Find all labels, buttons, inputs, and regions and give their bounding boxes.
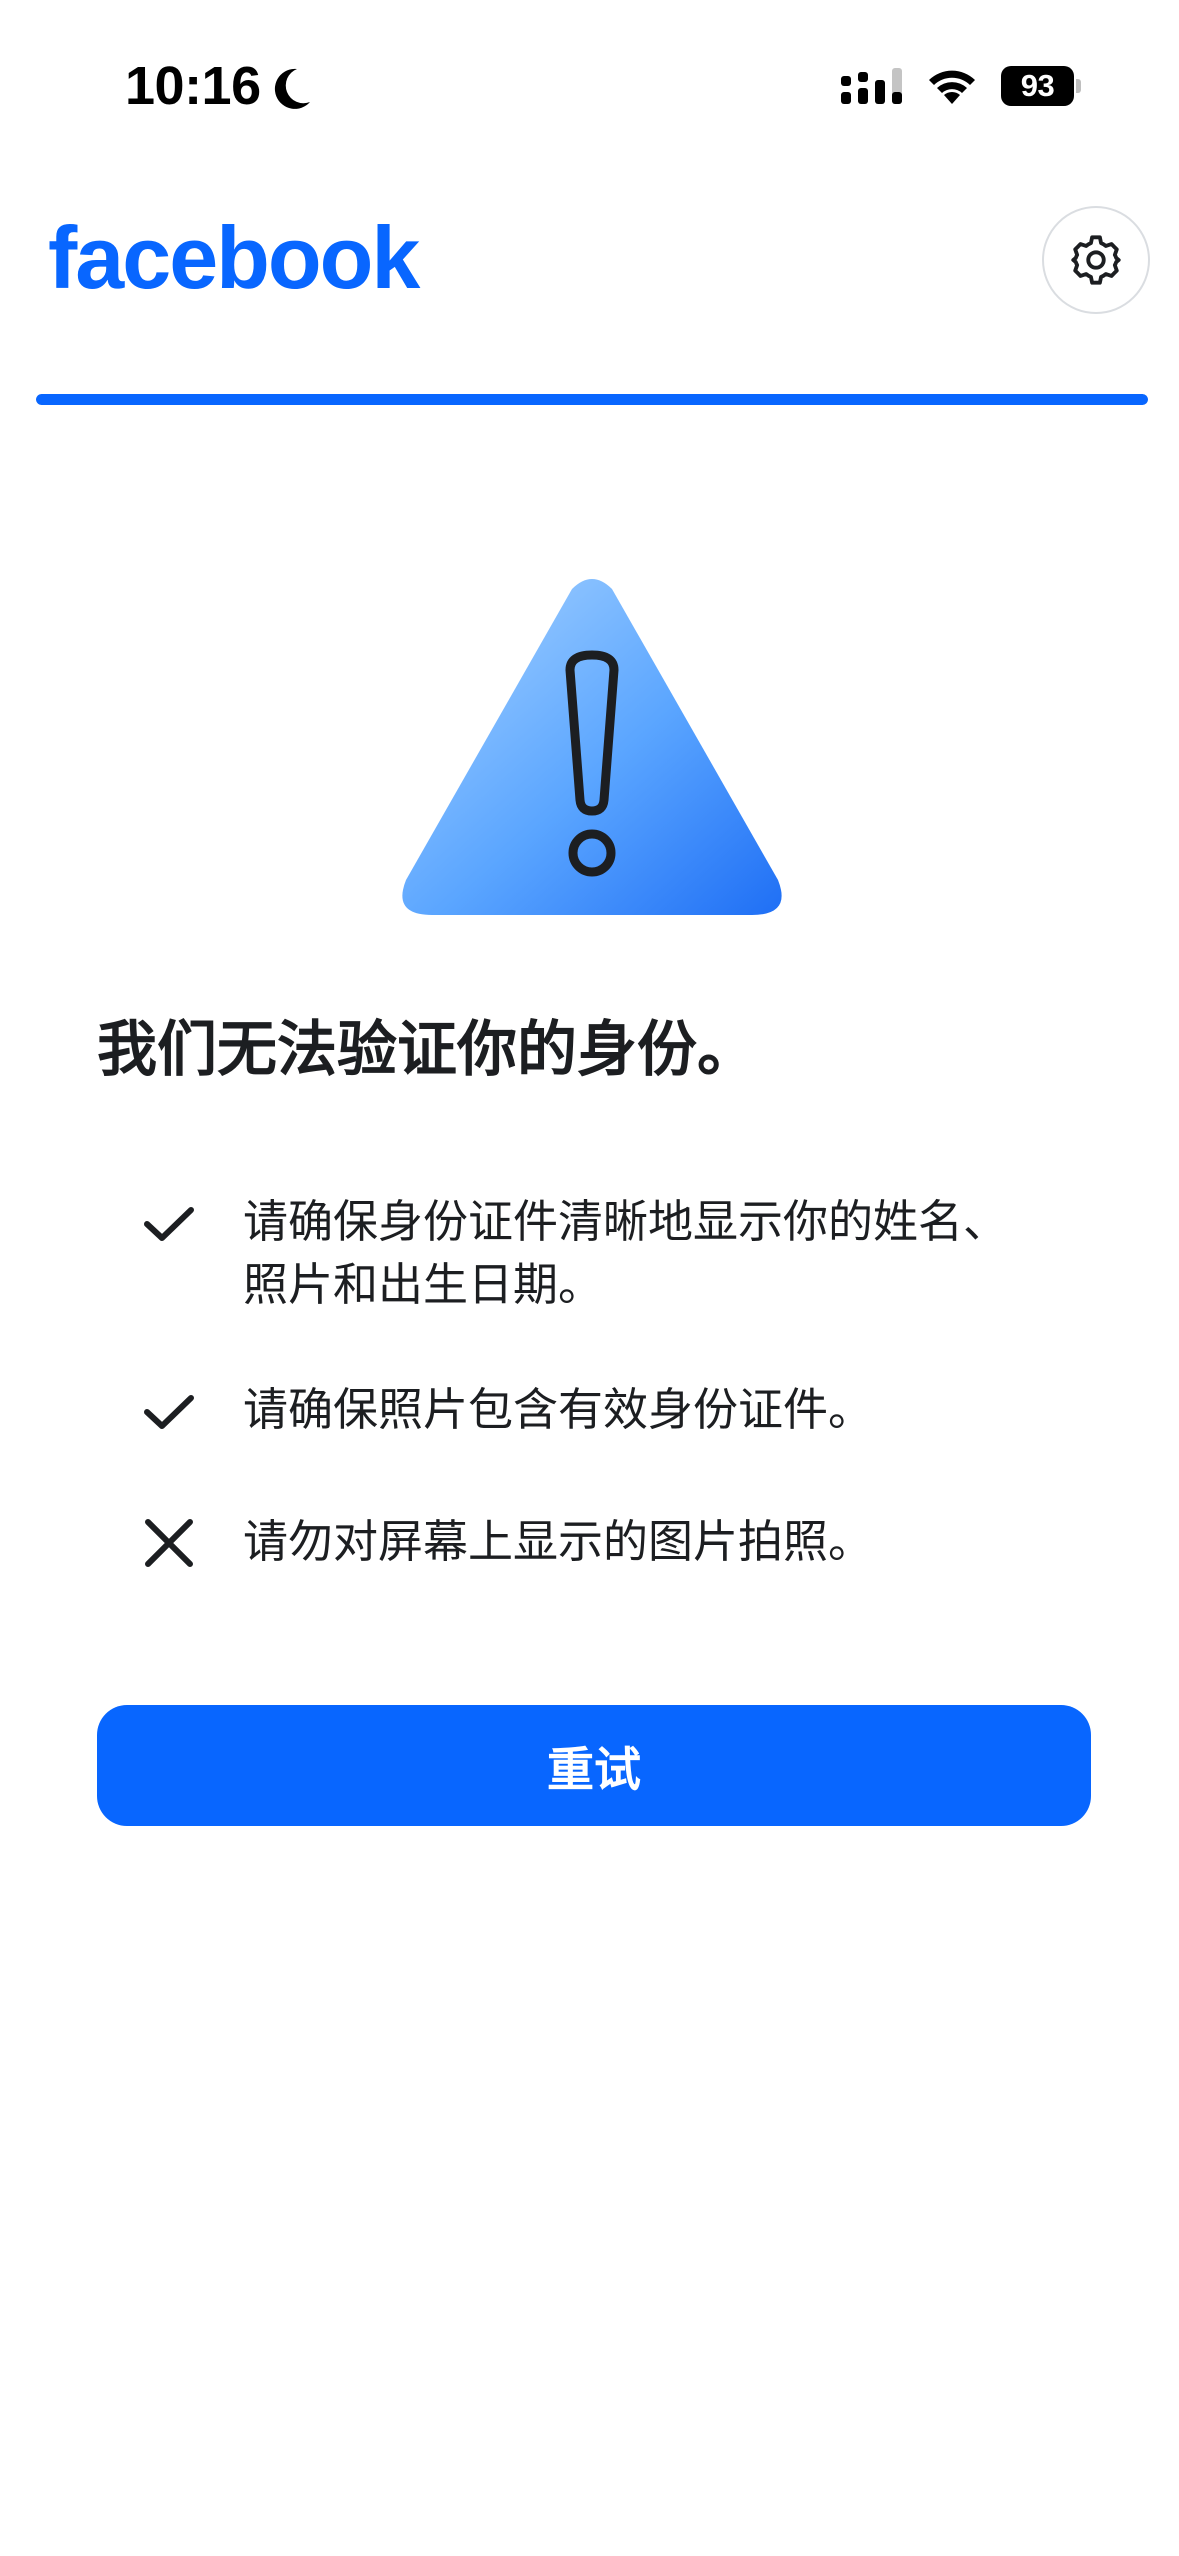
warning-triangle-icon	[402, 579, 782, 915]
wifi-icon	[925, 66, 979, 106]
status-bar: 10:16 93	[0, 0, 1179, 170]
gear-icon	[1071, 235, 1121, 285]
battery-tip	[1076, 79, 1081, 93]
battery-icon: 93	[1001, 65, 1081, 107]
settings-button[interactable]	[1042, 206, 1150, 314]
check-icon	[140, 1194, 198, 1252]
tip-text: 请确保照片包含有效身份证件。	[243, 1383, 874, 1436]
close-icon	[140, 1514, 198, 1572]
status-indicators: 93	[841, 60, 1081, 112]
battery-level: 93	[1020, 68, 1055, 103]
signal-icon	[841, 66, 903, 106]
tip-text: 请勿对屏幕上显示的图片拍照。	[243, 1515, 874, 1568]
progress-fill	[36, 394, 1148, 405]
tip-text: 请确保身份证件清晰地显示你的姓名、照片和出生日期。	[243, 1195, 1009, 1311]
list-item: 请勿对屏幕上显示的图片拍照。	[140, 1510, 1023, 1573]
warning-illustration	[400, 575, 784, 920]
page-title: 我们无法验证你的身份。	[97, 1015, 757, 1085]
list-item: 请确保照片包含有效身份证件。	[140, 1378, 1023, 1441]
check-icon	[140, 1382, 198, 1440]
progress-bar	[36, 394, 1148, 405]
facebook-logo: facebook	[48, 208, 420, 307]
status-time: 10:16	[125, 55, 313, 117]
list-item: 请确保身份证件清晰地显示你的姓名、照片和出生日期。	[140, 1190, 1023, 1316]
moon-icon	[271, 63, 313, 109]
status-time-text: 10:16	[125, 56, 261, 116]
battery-body: 93	[1001, 66, 1075, 106]
retry-button[interactable]: 重试	[97, 1705, 1091, 1826]
